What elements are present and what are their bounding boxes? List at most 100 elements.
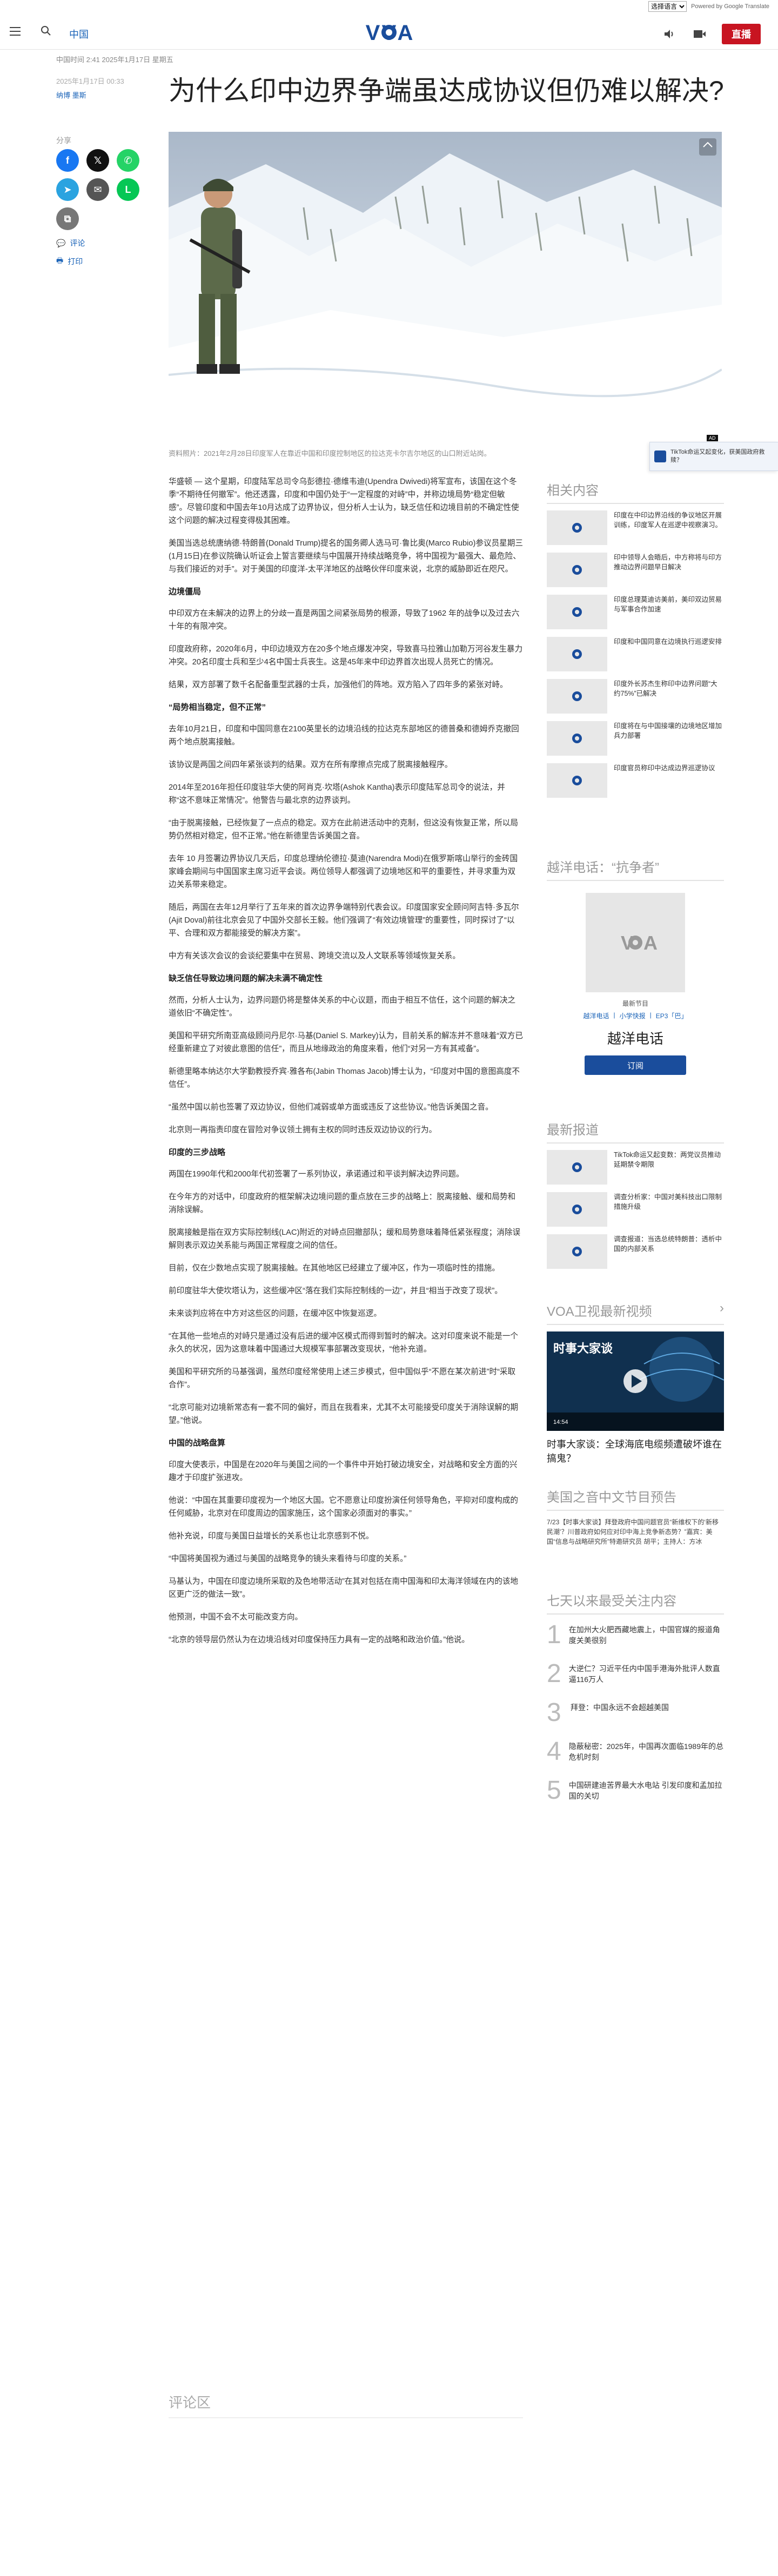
article-paragraph: 去年10月21日，印度和中国同意在2100英里长的边境沿线的拉达克东部地区的德普… [169, 725, 519, 746]
translate-credit: Powered by Google Translate [691, 3, 769, 10]
related-item[interactable]: 印度总理莫迪访美前，美印双边贸易与军事合作加速 [547, 595, 724, 629]
top-story-item[interactable]: 4 隐蔽秘密：2025年，中国再次面临1989年的总危机时刻 [547, 1738, 724, 1766]
voa-thumb-icon [547, 1234, 607, 1269]
preview-heading: 美国之音中文节目预告 [547, 1487, 724, 1511]
article-paragraph: “在其他一些地点的对峙只是通过没有后进的缓冲区模式而得到暂时的解决。这对印度来说… [169, 1332, 518, 1354]
voa-thumb-icon [547, 679, 607, 714]
latest-item[interactable]: 调查报道：当选总统特朗普：透析中国的内部关系 [547, 1234, 724, 1269]
article-paragraph: “由于脱离接触，已经恢复了一点点的稳定。双方在此前进活动中的克制，但这没有恢复正… [169, 819, 518, 840]
tiktok-promo-tab[interactable]: TikTok命运又起变化，获美国政府救赎？ [649, 442, 778, 471]
article-paragraph: 两国在1990年代和2000年代初签署了一系列协议，承诺通过和平谈判解决边界问题… [169, 1170, 464, 1179]
comments-heading: 评论区 [169, 2392, 523, 2418]
article-paragraph: 中印双方在未解决的边界上的分歧一直是两国之间紧张局势的根源，导致了1962 年的… [169, 609, 520, 631]
x-twitter-icon[interactable]: 𝕏 [86, 149, 109, 172]
related-item[interactable]: 印度外长苏杰生称印中边界问题“大约75%”已解决 [547, 679, 724, 714]
rank-number: 3 [547, 1698, 561, 1727]
author-link[interactable]: 纳博 墨斯 [56, 90, 86, 100]
voa-thumb-icon [547, 595, 607, 629]
related-heading: 相关内容 [547, 480, 724, 504]
print-link[interactable]: 🖶 打印 [56, 255, 83, 268]
program-card[interactable]: VA 最新节目 越洋电话 | 小学快报 | EP3「巴」 越洋电话 订阅 [547, 887, 724, 1075]
preview-text: 7/23【时事大家谈】拜登政府中国问题官员“新维权下的‘新移民潮’？川普政府如何… [547, 1518, 719, 1545]
article-paragraph: 前印度驻华大使坎塔认为，这些缓冲区“落在我们实际控制线的一边”，并且“相当于改变… [169, 1287, 502, 1295]
svg-text:A: A [643, 932, 658, 954]
copy-link-icon[interactable]: ⧉ [56, 207, 79, 230]
article-paragraph: “中国将美国视为通过与美国的战略竞争的镜头来看待与印度的关系。” [169, 1555, 407, 1563]
rank-number: 5 [547, 1776, 561, 1805]
updated-timestamp: 中国时间 2:41 2025年1月17日 星期五 [56, 56, 173, 64]
latest-item[interactable]: TikTok命运又起变数：两党议员推动延期禁令期限 [547, 1150, 724, 1185]
voa-thumb-icon [547, 553, 607, 587]
article-paragraph: 印度政府称，2020年6月，中印边境双方在20多个地点爆发冲突，导致喜马拉雅山加… [169, 645, 523, 667]
video-player[interactable]: 时事大家谈 14:54 [547, 1331, 724, 1431]
video-heading: VOA卫视最新视频 › [547, 1301, 724, 1325]
article-paragraph: 该协议是两国之间四年紧张谈判的结果。双方在所有摩擦点完成了脱离接触程序。 [169, 761, 453, 769]
related-item[interactable]: 印中领导人会晤后，中方称将与印方推动边界问题早日解决 [547, 553, 724, 587]
latest-heading: 最新报道 [547, 1119, 724, 1144]
hero-image[interactable] [169, 132, 722, 443]
live-button[interactable]: 直播 [722, 24, 761, 44]
top-story-item[interactable]: 2 大逆仁？习近平任内中国手港海外批评人数直逼116万人 [547, 1660, 724, 1688]
search-icon[interactable] [40, 25, 54, 39]
article-paragraph: 美国和平研究所的马基强调，虽然印度经常使用上述三步模式，但中国似乎“不愿在某次前… [169, 1368, 516, 1389]
top-story-item[interactable]: 5 中国研建迪苦界最大水电站 引发印度和孟加拉国的关切 [547, 1777, 724, 1805]
article-paragraph: 在今年方的对话中，印度政府的框架解决边境问题的重点放在三步的战略上：脱离接触、缓… [169, 1193, 516, 1214]
promo-icon [654, 450, 666, 462]
section-heading: 边境僵局 [169, 587, 202, 596]
top-story-item[interactable]: 1 在加州大火肥西藏地震上，中国官媒的报道角度关美很别 [547, 1621, 724, 1649]
hero-caption: 资料照片：2021年2月28日印度军人在靠近中国和印度控制地区的拉达克卡尔吉尔地… [169, 449, 491, 458]
related-item[interactable]: 印度在中印边界沿线的争议地区开展训练，印度军人在巡逻中视察演习。 [547, 510, 724, 545]
article-paragraph: 马基认为，中国在印度边境所采取的及色地带活动”在其对包括在南中国海和印太海洋领域… [169, 1577, 518, 1599]
article-paragraph: “北京的领导层仍然认为在边境沿线对印度保持压力具有一定的战略和政治价值。”他说。 [169, 1636, 470, 1644]
article-paragraph: 未来谈判应将在中方对这些区的问题，在缓冲区中恢复巡逻。 [169, 1309, 382, 1318]
menu-icon[interactable] [10, 27, 21, 38]
article-paragraph: 结果，双方部署了数千名配备重型武器的士兵，加强他们的阵地。双方陷入了四年多的紧张… [169, 681, 508, 689]
video-overlay-title: 时事大家谈 [553, 1342, 613, 1355]
voa-thumb-icon [547, 1150, 607, 1185]
rank-number: 1 [547, 1620, 561, 1649]
comment-link[interactable]: 💬 评论 [56, 238, 85, 248]
related-item[interactable]: 印度将在与中国接壤的边境地区增加兵力部署 [547, 721, 724, 756]
article-paragraph: 印度大使表示，中国是在2020年与美国之间的一个事件中开始打破边境安全，对战略和… [169, 1461, 518, 1482]
audio-icon[interactable] [661, 26, 678, 42]
share-row-2: ➤ ✉ L [56, 178, 139, 201]
line-icon[interactable]: L [117, 178, 139, 201]
program-latest-label: 最新节目 [622, 1000, 648, 1007]
program-links: 越洋电话 | 小学快报 | EP3「巴」 [583, 1011, 688, 1020]
voa-thumb-icon [547, 510, 607, 545]
article-paragraph: 美国当选总统唐纳德·特朗普(Donald Trump)提名的国务卿人选马可·鲁比… [169, 539, 523, 574]
video-time: 14:54 [553, 1419, 568, 1425]
related-item[interactable]: 印度和中国同意在边境执行巡逻安排 [547, 637, 724, 671]
subscribe-button[interactable]: 订阅 [585, 1055, 686, 1075]
ad-badge: AD [707, 435, 718, 441]
section-heading: “局势相当稳定，但不正常” [169, 703, 266, 712]
whatsapp-icon[interactable]: ✆ [117, 149, 139, 172]
preview-section: 美国之音中文节目预告 7/23【时事大家谈】拜登政府中国问题官员“新维权下的‘新… [547, 1487, 724, 1546]
related-item[interactable]: 印度官员称印中达成边界巡逻协议 [547, 763, 724, 798]
video-caption[interactable]: 时事大家谈：全球海底电缆频遭破坏谁在搞鬼？ [547, 1437, 724, 1465]
program-link[interactable]: EP3「巴」 [656, 1011, 688, 1020]
latest-item[interactable]: 调查分析家：中国对美科技出口限制措施升级 [547, 1192, 724, 1227]
article-paragraph: 他说：“中国在其重要印度视为一个地区大国。它不愿意让印度扮演任何领导角色，平抑对… [169, 1496, 518, 1518]
article-paragraph: 新德里略本纳达尔大学勤教授乔宾·雅各布(Jabin Thomas Jacob)博… [169, 1067, 520, 1089]
program-link[interactable]: 小学快报 [620, 1011, 646, 1020]
share-row-1: f 𝕏 ✆ [56, 149, 139, 172]
top-stories-section: 七天以来最受关注内容 1 在加州大火肥西藏地震上，中国官媒的报道角度关美很别 2大… [547, 1590, 724, 1815]
video-section: VOA卫视最新视频 › 时事大家谈 14:54 时事大家谈：全球海底电缆频遭破坏谁… [547, 1301, 724, 1465]
section-heading: 印度的三步战略 [169, 1148, 226, 1157]
section-link[interactable]: 中国 [69, 27, 89, 41]
chevron-right-icon[interactable]: › [720, 1301, 724, 1320]
article-paragraph: 2014年至2016年担任印度驻华大使的阿肖克·坎塔(Ashok Kantha)… [169, 783, 505, 805]
related-section: 相关内容 印度在中印边界沿线的争议地区开展训练，印度军人在巡逻中视察演习。 印中… [547, 480, 724, 805]
email-icon[interactable]: ✉ [86, 178, 109, 201]
telegram-icon[interactable]: ➤ [56, 178, 79, 201]
program-link[interactable]: 越洋电话 [584, 1011, 609, 1020]
facebook-icon[interactable]: f [56, 149, 79, 172]
svg-text:V: V [366, 21, 380, 44]
google-translate-bar: 选择语言 Powered by Google Translate [648, 0, 769, 13]
language-select[interactable]: 选择语言 [648, 1, 687, 12]
top-story-item[interactable]: 3 拜登：中国永远不会超越美国 [547, 1699, 724, 1727]
video-icon[interactable] [692, 26, 708, 42]
voa-logo[interactable]: V V A [362, 19, 416, 44]
page-title: 为什么印中边界争端虽达成协议但仍难以解决? [169, 76, 724, 106]
